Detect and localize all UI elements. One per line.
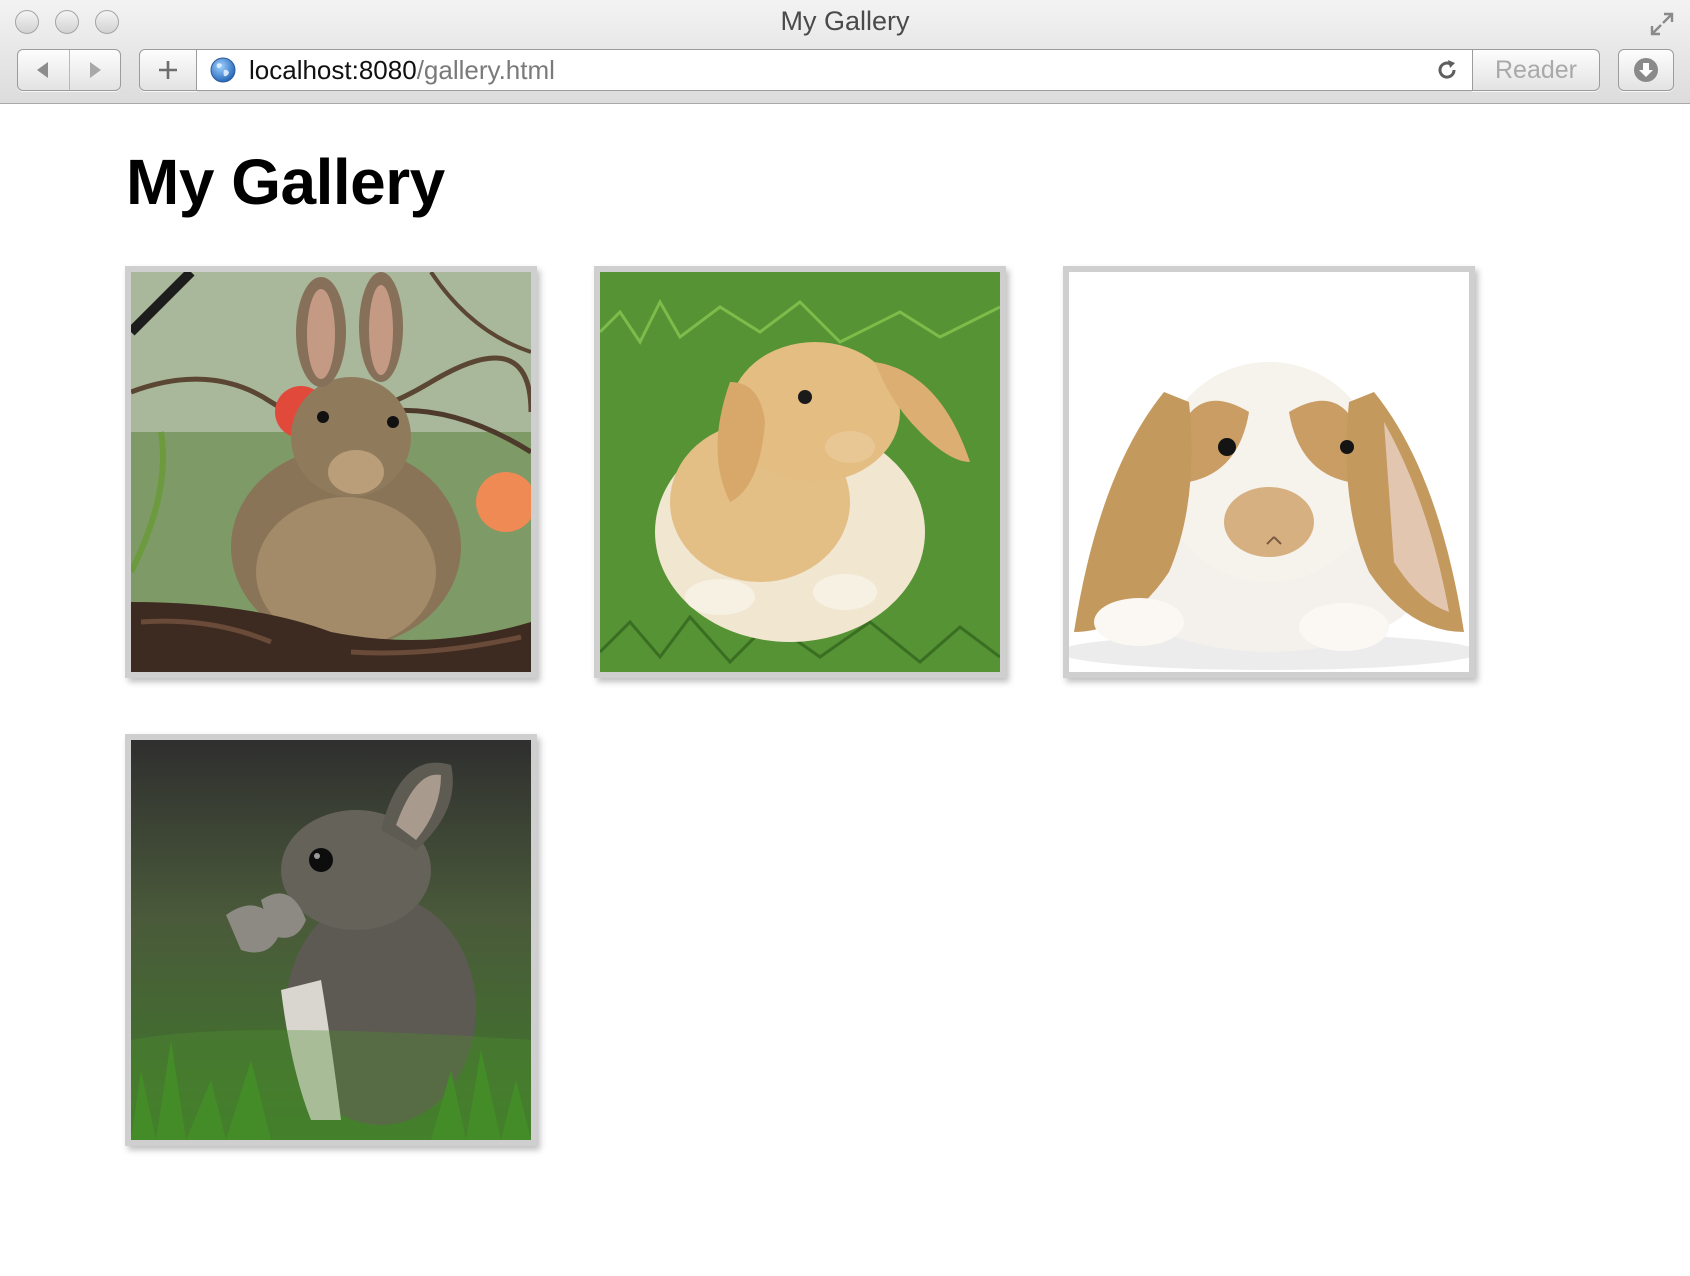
url-path: /gallery.html <box>416 54 555 85</box>
gallery-image-lop-rabbit-white[interactable] <box>1063 266 1475 678</box>
address-bar[interactable]: localhost:8080/gallery.html <box>196 49 1473 91</box>
gallery-image-baby-rabbit[interactable] <box>125 734 537 1146</box>
back-arrow-icon <box>37 62 49 78</box>
gallery-image-wild-rabbit[interactable] <box>125 266 537 678</box>
download-icon <box>1634 58 1658 82</box>
back-button[interactable] <box>18 50 69 90</box>
forward-arrow-icon <box>89 62 101 78</box>
rabbit-photo-2 <box>600 272 1000 672</box>
fullscreen-icon[interactable] <box>1648 10 1676 38</box>
window-title: My Gallery <box>780 6 910 36</box>
globe-icon <box>210 57 236 83</box>
rabbit-photo-1 <box>131 272 531 672</box>
add-bookmark-button[interactable] <box>139 49 197 91</box>
rabbit-photo-4 <box>131 740 531 1140</box>
url-text: localhost:8080/gallery.html <box>249 55 555 86</box>
downloads-button[interactable] <box>1618 49 1674 91</box>
back-forward-group <box>17 49 121 91</box>
browser-toolbar: My Gallery localhost:8080/gallery.html R… <box>0 0 1690 104</box>
page-title: My Gallery <box>126 146 445 218</box>
gallery-image-lop-rabbit-grass[interactable] <box>594 266 1006 678</box>
rabbit-photo-3 <box>1069 272 1469 672</box>
url-host: localhost:8080 <box>249 54 417 85</box>
forward-button[interactable] <box>68 50 121 90</box>
browser-window: My Gallery localhost:8080/gallery.html R… <box>0 0 1690 1276</box>
reader-button[interactable]: Reader <box>1472 49 1600 91</box>
plus-icon <box>159 61 177 79</box>
reload-icon[interactable] <box>1434 57 1460 83</box>
